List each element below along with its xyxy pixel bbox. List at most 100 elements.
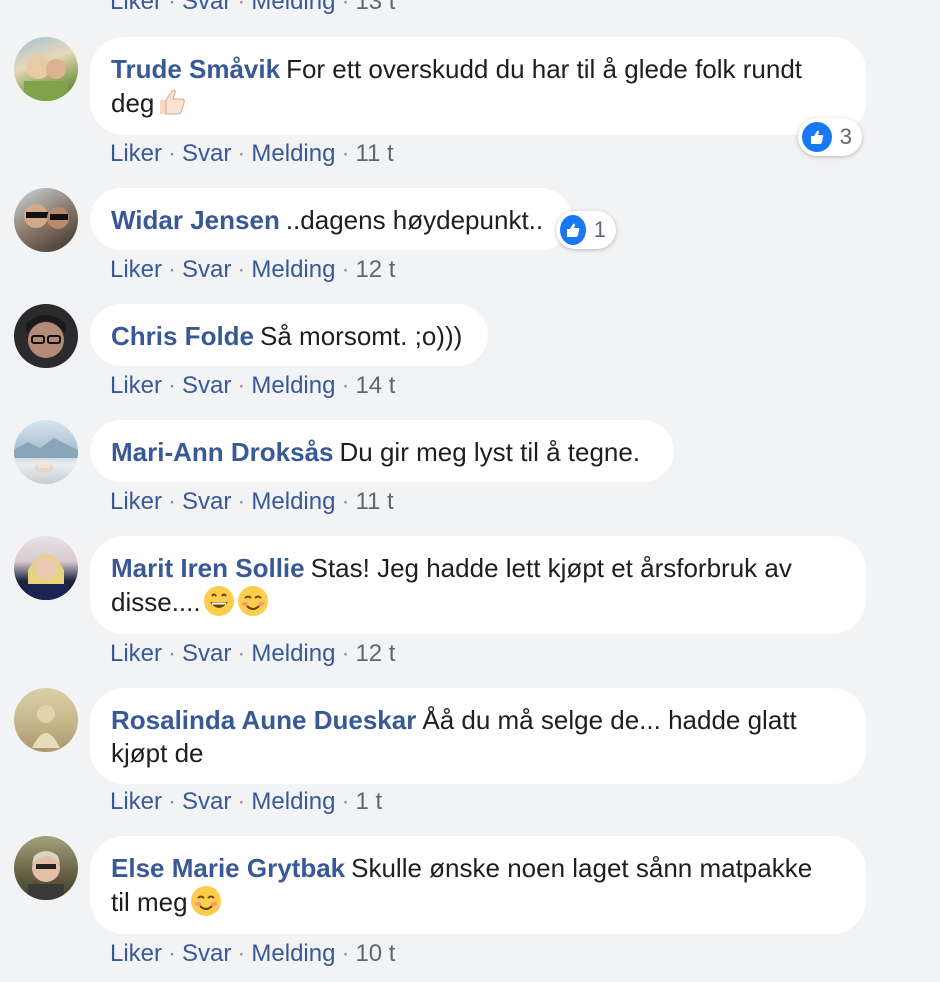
avatar[interactable]	[14, 37, 78, 101]
comment-actions: Liker · Svar · Melding · 11 t	[110, 488, 394, 516]
comment-time[interactable]: 14 t	[355, 372, 395, 399]
separator-dot: ·	[341, 0, 350, 15]
separator-dot: ·	[168, 0, 177, 15]
comment-text-line2: til meg	[111, 887, 188, 917]
separator-dot: ·	[341, 372, 350, 399]
previous-comment-actions: Liker · Svar · Melding · 13 t	[110, 0, 395, 16]
comment-author[interactable]: Else Marie Grytbak	[111, 853, 345, 883]
comment-text-line2: kjøpt de	[111, 738, 204, 768]
separator-dot: ·	[341, 140, 350, 167]
comment-text: Så morsomt. ;o)))	[260, 321, 463, 351]
avatar[interactable]	[14, 304, 78, 368]
comment-author[interactable]: Trude Småvik	[111, 54, 280, 84]
separator-dot: ·	[168, 640, 177, 667]
avatar-image	[14, 438, 78, 473]
message-link[interactable]: Melding	[251, 256, 335, 283]
message-link[interactable]: Melding	[251, 940, 335, 967]
message-link[interactable]: Melding	[251, 0, 335, 15]
comment-time[interactable]: 13 t	[355, 0, 395, 15]
like-link[interactable]: Liker	[110, 372, 162, 399]
like-link[interactable]: Liker	[110, 140, 162, 167]
avatar[interactable]	[14, 688, 78, 752]
comment-time[interactable]: 11 t	[355, 140, 393, 167]
separator-dot: ·	[168, 788, 177, 815]
message-link[interactable]: Melding	[251, 640, 335, 667]
reply-link[interactable]: Svar	[182, 0, 231, 15]
like-link[interactable]: Liker	[110, 256, 162, 283]
like-link[interactable]: Liker	[110, 640, 162, 667]
reaction-count-badge[interactable]: 1	[556, 211, 616, 249]
separator-dot: ·	[237, 940, 246, 967]
comment-actions: Liker · Svar · Melding · 1 t	[110, 788, 382, 816]
like-reaction-icon	[560, 215, 586, 245]
comment-author[interactable]: Chris Folde	[111, 321, 254, 351]
separator-dot: ·	[168, 256, 177, 283]
avatar[interactable]	[14, 188, 78, 252]
comment-time[interactable]: 12 t	[355, 640, 395, 667]
avatar[interactable]	[14, 536, 78, 600]
reply-link[interactable]: Svar	[182, 640, 231, 667]
comment-time[interactable]: 12 t	[355, 256, 395, 283]
avatar-image	[24, 554, 68, 600]
comment-bubble: Widar Jensen ..dagens høydepunkt..	[90, 188, 572, 250]
comment-time[interactable]: 10 t	[355, 940, 395, 967]
separator-dot: ·	[341, 488, 350, 515]
comment-text: For ett overskudd du har til å glede fol…	[286, 54, 803, 84]
reply-link[interactable]: Svar	[182, 140, 231, 167]
reply-link[interactable]: Svar	[182, 488, 231, 515]
separator-dot: ·	[237, 256, 246, 283]
reply-link[interactable]: Svar	[182, 372, 231, 399]
comment-author[interactable]: Marit Iren Sollie	[111, 553, 305, 583]
comment-author[interactable]: Mari-Ann Droksås	[111, 437, 334, 467]
comment-actions: Liker · Svar · Melding · 12 t	[110, 256, 395, 284]
reply-link[interactable]: Svar	[182, 788, 231, 815]
thumbs-up-emoji-icon	[160, 89, 186, 115]
like-link[interactable]: Liker	[110, 940, 162, 967]
like-link[interactable]: Liker	[110, 0, 162, 15]
comment-actions: Liker · Svar · Melding · 10 t	[110, 940, 395, 968]
message-link[interactable]: Melding	[251, 140, 335, 167]
comment-time[interactable]: 1 t	[355, 788, 382, 815]
reply-link[interactable]: Svar	[182, 256, 231, 283]
like-reaction-icon	[802, 122, 832, 152]
separator-dot: ·	[168, 372, 177, 399]
separator-dot: ·	[168, 488, 177, 515]
separator-dot: ·	[341, 256, 350, 283]
comment-text: Åå du må selge de... hadde glatt	[422, 705, 797, 735]
like-link[interactable]: Liker	[110, 488, 162, 515]
comment-author[interactable]: Rosalinda Aune Dueskar	[111, 705, 416, 735]
separator-dot: ·	[168, 140, 177, 167]
comment-actions: Liker · Svar · Melding · 11 t	[110, 140, 394, 168]
comment-text: Stas! Jeg hadde lett kjøpt et årsforbruk…	[310, 553, 792, 583]
message-link[interactable]: Melding	[251, 488, 335, 515]
avatar[interactable]	[14, 836, 78, 900]
comment-time[interactable]: 11 t	[355, 488, 393, 515]
reaction-count: 3	[839, 124, 852, 149]
comment-author[interactable]: Widar Jensen	[111, 205, 280, 235]
comment-bubble: Chris Folde Så morsomt. ;o)))	[90, 304, 488, 366]
message-link[interactable]: Melding	[251, 372, 335, 399]
comment-text-line2: disse....	[111, 587, 201, 617]
comment-bubble: Marit Iren Sollie Stas! Jeg hadde lett kj…	[90, 536, 866, 634]
avatar-image	[26, 315, 66, 358]
avatar-image	[24, 204, 69, 229]
like-link[interactable]: Liker	[110, 788, 162, 815]
avatar[interactable]	[14, 420, 78, 484]
comment-actions: Liker · Svar · Melding · 14 t	[110, 372, 395, 400]
comment-actions: Liker · Svar · Melding · 12 t	[110, 640, 395, 668]
comment-bubble: Else Marie Grytbak Skulle ønske noen lage…	[90, 836, 866, 934]
separator-dot: ·	[237, 788, 246, 815]
comment-text: ..dagens høydepunkt..	[285, 205, 544, 235]
separator-dot: ·	[237, 372, 246, 399]
comment-bubble: Trude Småvik For ett overskudd du har til…	[90, 37, 866, 135]
separator-dot: ·	[237, 0, 246, 15]
reply-link[interactable]: Svar	[182, 940, 231, 967]
comment-bubble: Mari-Ann Droksås Du gir meg lyst til å te…	[90, 420, 674, 482]
reaction-count-badge[interactable]: 3	[798, 118, 862, 156]
grinning-face-emoji-icon	[203, 586, 234, 616]
message-link[interactable]: Melding	[251, 788, 335, 815]
separator-dot: ·	[341, 640, 350, 667]
smiling-face-emoji-icon	[190, 886, 221, 916]
comment-text-line2: deg	[111, 88, 155, 118]
separator-dot: ·	[341, 940, 350, 967]
